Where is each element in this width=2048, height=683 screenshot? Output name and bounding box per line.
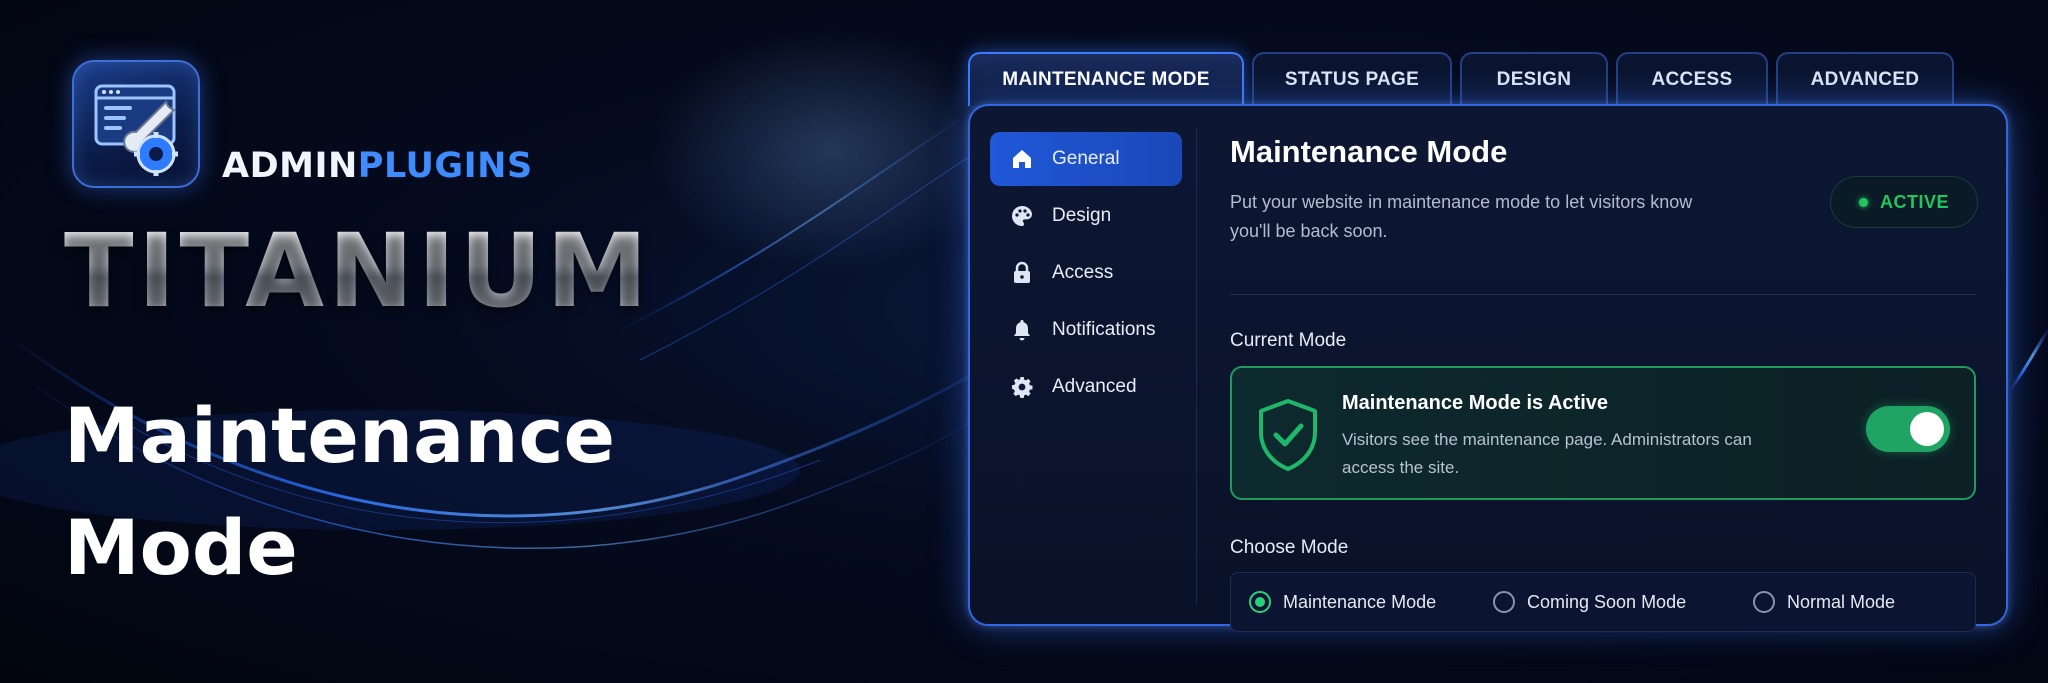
brand-name-admin: ADMIN bbox=[222, 146, 358, 186]
sidebar-item-label: Access bbox=[1052, 262, 1114, 283]
tab-advanced[interactable]: ADVANCED bbox=[1776, 52, 1954, 106]
product-subtitle: Maintenance Mode bbox=[64, 380, 615, 604]
radio-label: Normal Mode bbox=[1787, 591, 1896, 612]
sidebar-item-label: Design bbox=[1052, 205, 1112, 226]
tab-bar: MAINTENANCE MODE STATUS PAGE DESIGN ACCE… bbox=[968, 52, 1954, 106]
lock-icon bbox=[1008, 259, 1036, 287]
content-divider bbox=[1230, 294, 1976, 295]
current-mode-label: Current Mode bbox=[1230, 330, 1347, 351]
settings-panel: General Design Access Notifications Adva… bbox=[968, 104, 2008, 632]
tab-status-page[interactable]: STATUS PAGE bbox=[1252, 52, 1452, 106]
radio-label: Coming Soon Mode bbox=[1527, 591, 1687, 612]
product-subtitle-line1: Maintenance bbox=[64, 391, 616, 480]
sidebar: General Design Access Notifications Adva… bbox=[990, 132, 1182, 417]
sidebar-item-advanced[interactable]: Advanced bbox=[990, 360, 1182, 414]
choose-mode-label: Choose Mode bbox=[1230, 537, 1349, 558]
page-title: Maintenance Mode bbox=[1230, 134, 1508, 169]
radio-maintenance-mode[interactable]: Maintenance Mode bbox=[1249, 591, 1436, 613]
sidebar-item-label: General bbox=[1052, 148, 1120, 169]
maintenance-toggle[interactable] bbox=[1866, 406, 1950, 452]
radio-unselected-icon bbox=[1753, 591, 1775, 613]
radio-normal-mode[interactable]: Normal Mode bbox=[1753, 591, 1895, 613]
tab-maintenance-mode[interactable]: MAINTENANCE MODE bbox=[968, 52, 1244, 106]
adminplugins-logo bbox=[72, 60, 200, 188]
home-icon bbox=[1008, 145, 1036, 173]
toggle-knob bbox=[1910, 412, 1944, 446]
radio-selected-icon bbox=[1249, 591, 1271, 613]
bell-icon bbox=[1008, 316, 1036, 344]
card-title: Maintenance Mode is Active bbox=[1342, 392, 1608, 414]
sidebar-item-label: Advanced bbox=[1052, 376, 1137, 397]
shield-check-icon bbox=[1259, 399, 1317, 471]
page-description: Put your website in maintenance mode to … bbox=[1230, 192, 1693, 241]
mode-radio-group: Maintenance Mode Coming Soon Mode Normal… bbox=[1230, 572, 1976, 632]
gear-icon bbox=[1008, 373, 1036, 401]
sidebar-item-design[interactable]: Design bbox=[990, 189, 1182, 243]
sidebar-item-label: Notifications bbox=[1052, 319, 1156, 340]
card-description: Visitors see the maintenance page. Admin… bbox=[1342, 430, 1752, 477]
radio-unselected-icon bbox=[1493, 591, 1515, 613]
maintenance-active-card: Maintenance Mode is Active Visitors see … bbox=[1230, 366, 1976, 500]
radio-label: Maintenance Mode bbox=[1283, 591, 1437, 612]
sidebar-item-access[interactable]: Access bbox=[990, 246, 1182, 300]
palette-icon bbox=[1008, 202, 1036, 230]
product-title: TITANIUM bbox=[64, 212, 652, 331]
brand-name: ADMINPLUGINS bbox=[222, 146, 533, 186]
tab-design[interactable]: DESIGN bbox=[1460, 52, 1608, 106]
sidebar-divider bbox=[1196, 128, 1197, 604]
sidebar-item-notifications[interactable]: Notifications bbox=[990, 303, 1182, 357]
brand-name-plugins: PLUGINS bbox=[357, 146, 533, 186]
main-content: Maintenance Mode Put your website in mai… bbox=[1230, 134, 1990, 632]
status-badge: ACTIVE bbox=[1830, 176, 1978, 228]
radio-coming-soon-mode[interactable]: Coming Soon Mode bbox=[1493, 591, 1686, 613]
status-dot-icon bbox=[1858, 197, 1868, 207]
browser-wrench-gear-icon bbox=[94, 84, 178, 176]
status-text: ACTIVE bbox=[1879, 191, 1949, 212]
sidebar-item-general[interactable]: General bbox=[990, 132, 1182, 186]
product-subtitle-line2: Mode bbox=[64, 503, 298, 592]
tab-access[interactable]: ACCESS bbox=[1616, 52, 1768, 106]
